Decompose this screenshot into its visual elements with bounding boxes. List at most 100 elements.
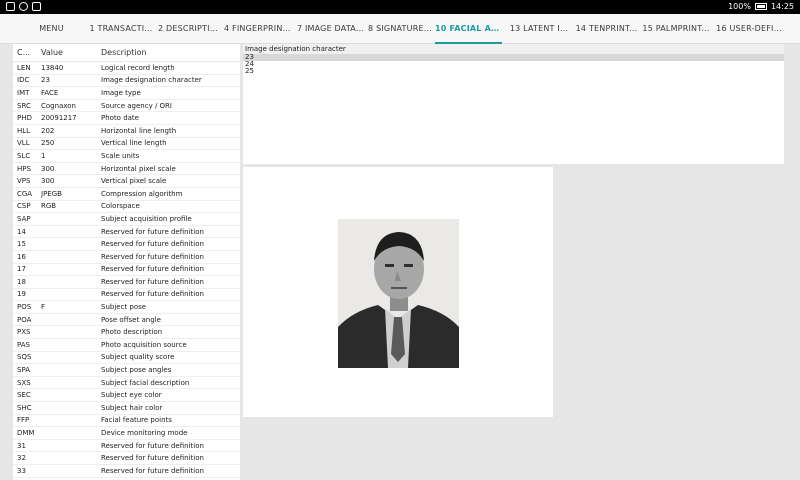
table-row[interactable]: SEC Subject eye color — [13, 389, 240, 403]
gallery-icon — [6, 2, 15, 11]
field-description: Colorspace — [101, 202, 140, 211]
record-tab[interactable]: 15 PALMPRINT... — [642, 14, 710, 44]
detail-panel: Image designation character 23 24 25 — [243, 44, 784, 164]
table-row[interactable]: 32 Reserved for future definition — [13, 452, 240, 465]
table-row[interactable]: SQS Subject quality score — [13, 352, 240, 365]
table-row[interactable]: 18 Reserved for future definition — [13, 276, 240, 289]
field-description: Vertical line length — [101, 139, 167, 148]
field-description: Reserved for future definition — [101, 227, 204, 236]
record-tab[interactable]: 4 FINGERPRINT... — [224, 14, 294, 44]
field-description: Photo description — [101, 328, 163, 337]
battery-icon — [754, 3, 767, 10]
column-header-code[interactable]: C... — [13, 48, 37, 57]
field-code: VPS — [17, 177, 31, 186]
field-description: Scale units — [101, 151, 140, 160]
table-row[interactable]: PHD 20091217 Photo date — [13, 112, 240, 125]
option-item[interactable]: 25 — [243, 68, 784, 75]
field-description: Horizontal line length — [101, 126, 177, 135]
field-description: Horizontal pixel scale — [101, 164, 176, 173]
field-code: CGA — [17, 189, 33, 198]
table-row[interactable]: SAP Subject acquisition profile — [13, 213, 240, 226]
record-tab[interactable]: 13 LATENT I... — [508, 14, 570, 44]
table-row[interactable]: IMT FACE Image type — [13, 87, 240, 100]
table-row[interactable]: 19 Reserved for future definition — [13, 289, 240, 302]
column-header-description[interactable]: Description — [97, 48, 240, 57]
table-row[interactable]: 33 Reserved for future definition — [13, 465, 240, 478]
option-item[interactable]: 23 — [243, 54, 784, 61]
field-code: SRC — [17, 101, 31, 110]
image-panel — [243, 167, 553, 417]
field-code: POA — [17, 315, 32, 324]
table-row[interactable]: 17 Reserved for future definition — [13, 264, 240, 277]
column-header-value[interactable]: Value — [37, 48, 97, 57]
table-row[interactable]: PAS Photo acquisition source — [13, 339, 240, 352]
field-value: RGB — [41, 202, 57, 211]
field-code: SXS — [17, 378, 31, 387]
battery-level: 100% — [728, 2, 751, 11]
field-description: Subject eye color — [101, 391, 162, 400]
field-code: HLL — [17, 126, 31, 135]
facial-photo — [338, 219, 459, 368]
field-description: Photo date — [101, 114, 139, 123]
option-item[interactable]: 24 — [243, 61, 784, 68]
record-tab[interactable]: 7 IMAGE DATA... — [296, 14, 365, 44]
table-row[interactable]: POS F Subject pose — [13, 301, 240, 314]
field-code: PHD — [17, 114, 32, 123]
table-row[interactable]: 16 Reserved for future definition — [13, 251, 240, 264]
field-value: 300 — [41, 177, 55, 186]
field-description: Reserved for future definition — [101, 252, 204, 261]
field-code: 19 — [17, 290, 26, 299]
table-row[interactable]: LEN 13840 Logical record length — [13, 62, 240, 75]
field-code: 31 — [17, 441, 26, 450]
record-tab[interactable]: 2 DESCRIPTIV... — [158, 14, 222, 44]
record-tab[interactable]: 14 TENPRINT... — [575, 14, 638, 44]
table-row[interactable]: HLL 202 Horizontal line length — [13, 125, 240, 138]
field-code: SAP — [17, 214, 31, 223]
menu-tab[interactable]: MENU — [38, 14, 65, 44]
field-description: Subject pose angles — [101, 366, 172, 375]
table-row[interactable]: VLL 250 Vertical line length — [13, 138, 240, 151]
field-code: VLL — [17, 139, 30, 148]
table-row[interactable]: FFP Facial feature points — [13, 415, 240, 428]
field-description: Reserved for future definition — [101, 265, 204, 274]
field-code: CSP — [17, 202, 31, 211]
field-code: PXS — [17, 328, 31, 337]
table-row[interactable]: CGA JPEGB Compression algorithm — [13, 188, 240, 201]
table-row[interactable]: 15 Reserved for future definition — [13, 238, 240, 251]
table-row[interactable]: IDC 23 Image designation character — [13, 75, 240, 88]
table-row[interactable]: SPA Subject pose angles — [13, 364, 240, 377]
table-row[interactable]: VPS 300 Vertical pixel scale — [13, 175, 240, 188]
table-row[interactable]: HPS 300 Horizontal pixel scale — [13, 163, 240, 176]
table-row[interactable]: PXS Photo description — [13, 326, 240, 340]
field-code: PAS — [17, 340, 31, 349]
record-tab[interactable]: 10 FACIAL AN... — [435, 14, 502, 44]
table-row[interactable]: CSP RGB Colorspace — [13, 201, 240, 214]
record-tab[interactable]: 16 USER-DEFI... — [714, 14, 784, 44]
table-row[interactable]: DMM Device monitoring mode — [13, 427, 240, 440]
field-description: Device monitoring mode — [101, 429, 188, 438]
field-description: Subject quality score — [101, 353, 175, 362]
record-tab[interactable]: 8 SIGNATURE... — [367, 14, 433, 44]
field-code: DMM — [17, 429, 35, 438]
field-description: Vertical pixel scale — [101, 177, 167, 186]
record-tab[interactable]: 1 TRANSACTI... — [87, 14, 155, 44]
table-row[interactable]: SRC Cognaxon Source agency / ORI — [13, 100, 240, 113]
field-description: Pose offset angle — [101, 315, 161, 324]
field-code: 18 — [17, 277, 26, 286]
table-row[interactable]: SHC Subject hair color — [13, 402, 240, 415]
table-row[interactable]: SLC 1 Scale units — [13, 150, 240, 163]
field-description: Compression algorithm — [101, 189, 183, 198]
field-value: F — [41, 303, 46, 312]
table-row[interactable]: POA Pose offset angle — [13, 314, 240, 327]
table-row[interactable]: SXS Subject facial description — [13, 377, 240, 390]
field-value: 300 — [41, 164, 55, 173]
field-table: C... Value Description LEN 13840 Logical r… — [13, 44, 240, 480]
field-code: FFP — [17, 416, 30, 425]
table-row[interactable]: 31 Reserved for future definition — [13, 440, 240, 453]
field-value: Cognaxon — [41, 101, 76, 110]
field-value: 1 — [41, 151, 46, 160]
field-code: SLC — [17, 151, 31, 160]
clipboard-icon — [32, 2, 41, 11]
status-bar: 100% 14:25 — [0, 0, 800, 14]
table-row[interactable]: 14 Reserved for future definition — [13, 226, 240, 239]
